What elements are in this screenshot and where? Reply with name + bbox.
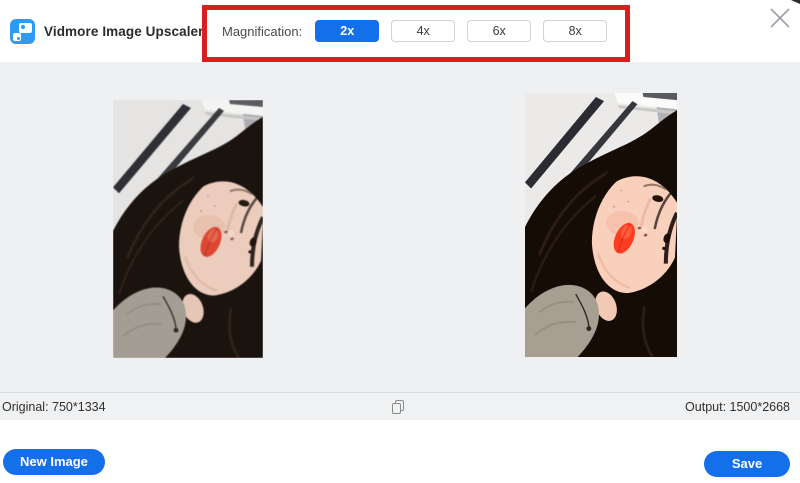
magnification-option-8x[interactable]: 8x xyxy=(543,20,607,42)
vidmore-upscaler-window: Vidmore Image Upscaler Magnification: 2x… xyxy=(0,0,800,483)
new-image-button[interactable]: New Image xyxy=(3,449,105,475)
compare-area xyxy=(0,62,800,392)
magnification-option-2x[interactable]: 2x xyxy=(315,20,379,42)
output-dimensions: Output: 1500*2668 xyxy=(685,393,790,421)
magnification-label: Magnification: xyxy=(222,24,302,39)
original-dimensions: Original: 750*1334 xyxy=(2,393,106,421)
brand: Vidmore Image Upscaler xyxy=(10,0,204,62)
panel-divider xyxy=(394,62,397,392)
magnification-option-6x[interactable]: 6x xyxy=(467,20,531,42)
magnification-option-4x[interactable]: 4x xyxy=(391,20,455,42)
save-button[interactable]: Save xyxy=(704,451,790,477)
app-logo-icon xyxy=(10,19,35,44)
footer: New Image Save xyxy=(0,420,800,483)
header: Vidmore Image Upscaler Magnification: 2x… xyxy=(0,0,800,62)
close-icon[interactable] xyxy=(768,6,792,30)
app-title: Vidmore Image Upscaler xyxy=(44,24,204,39)
status-bar: Original: 750*1334 Output: 1500*2668 xyxy=(0,392,800,420)
magnification-group: Magnification: 2x 4x 6x 8x xyxy=(222,0,619,62)
screen-corner-artifact xyxy=(787,0,800,4)
upscaled-image xyxy=(525,93,677,357)
original-image xyxy=(113,100,263,358)
compare-icon[interactable] xyxy=(390,399,406,415)
